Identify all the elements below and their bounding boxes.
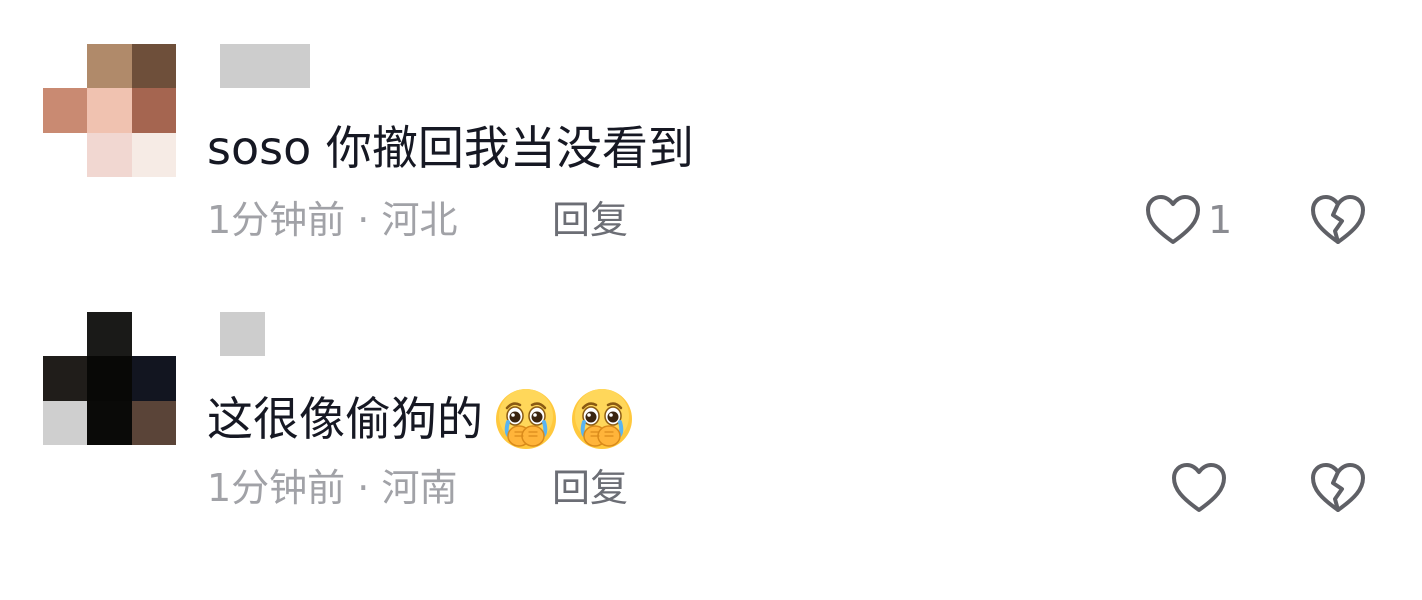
avatar-pixel [43,44,88,89]
avatar-pixel [43,312,88,357]
comment-time: 1分钟前 [207,198,346,242]
comment-location: 河北 [381,198,458,242]
dislike-button[interactable] [1309,461,1367,515]
like-button[interactable]: 1 [1144,190,1232,250]
avatar-pixel [131,132,176,177]
broken-heart-icon [1311,463,1365,512]
comment-location: 河南 [381,466,458,510]
like-count: 1 [1208,198,1233,242]
avatar-pixel [87,356,132,401]
avatar-pixel [131,312,176,357]
comment-text-content: 这很像偷狗的 [207,392,483,446]
heart-outline-icon [1146,195,1200,244]
comment-meta: 1分钟前 · 河北 [207,192,457,248]
avatar-pixel [131,88,176,133]
meta-separator: · [357,198,370,242]
avatar-pixel [43,400,88,445]
comment-item: soso 你撤回我当没看到 1分钟前 · 河北 回复 1 [0,0,1422,260]
username-redacted[interactable] [220,312,265,356]
avatar-pixel [131,44,176,89]
avatar[interactable] [43,312,176,445]
comment-text: soso 你撤回我当没看到 [207,118,694,178]
broken-heart-icon [1311,195,1365,244]
pleading-crying-hands-over-mouth-emoji-icon [572,389,632,449]
pleading-crying-hands-over-mouth-emoji-icon [496,389,556,449]
avatar-pixel [87,312,132,357]
comment-time: 1分钟前 [207,466,346,510]
like-button[interactable] [1170,458,1228,518]
reply-button[interactable]: 回复 [552,460,628,516]
avatar-pixel [43,356,88,401]
username-redacted[interactable] [220,44,310,88]
avatar-pixel [87,132,132,177]
avatar-pixel [87,400,132,445]
avatar-pixel [43,88,88,133]
avatar-pixel [87,44,132,89]
comment-item: 这很像偷狗的 1分钟前 · 河南 回复 [0,268,1422,528]
heart-outline-icon [1172,463,1226,512]
avatar-pixel [131,356,176,401]
reply-button[interactable]: 回复 [552,192,628,248]
comment-text-content: soso 你撤回我当没看到 [207,121,694,175]
meta-separator: · [357,466,370,510]
avatar-pixel [87,88,132,133]
avatar-pixel [43,132,88,177]
dislike-button[interactable] [1309,193,1367,247]
comment-meta: 1分钟前 · 河南 [207,460,457,516]
comment-text: 这很像偷狗的 [207,386,635,452]
avatar-pixel [131,400,176,445]
avatar[interactable] [43,44,176,177]
